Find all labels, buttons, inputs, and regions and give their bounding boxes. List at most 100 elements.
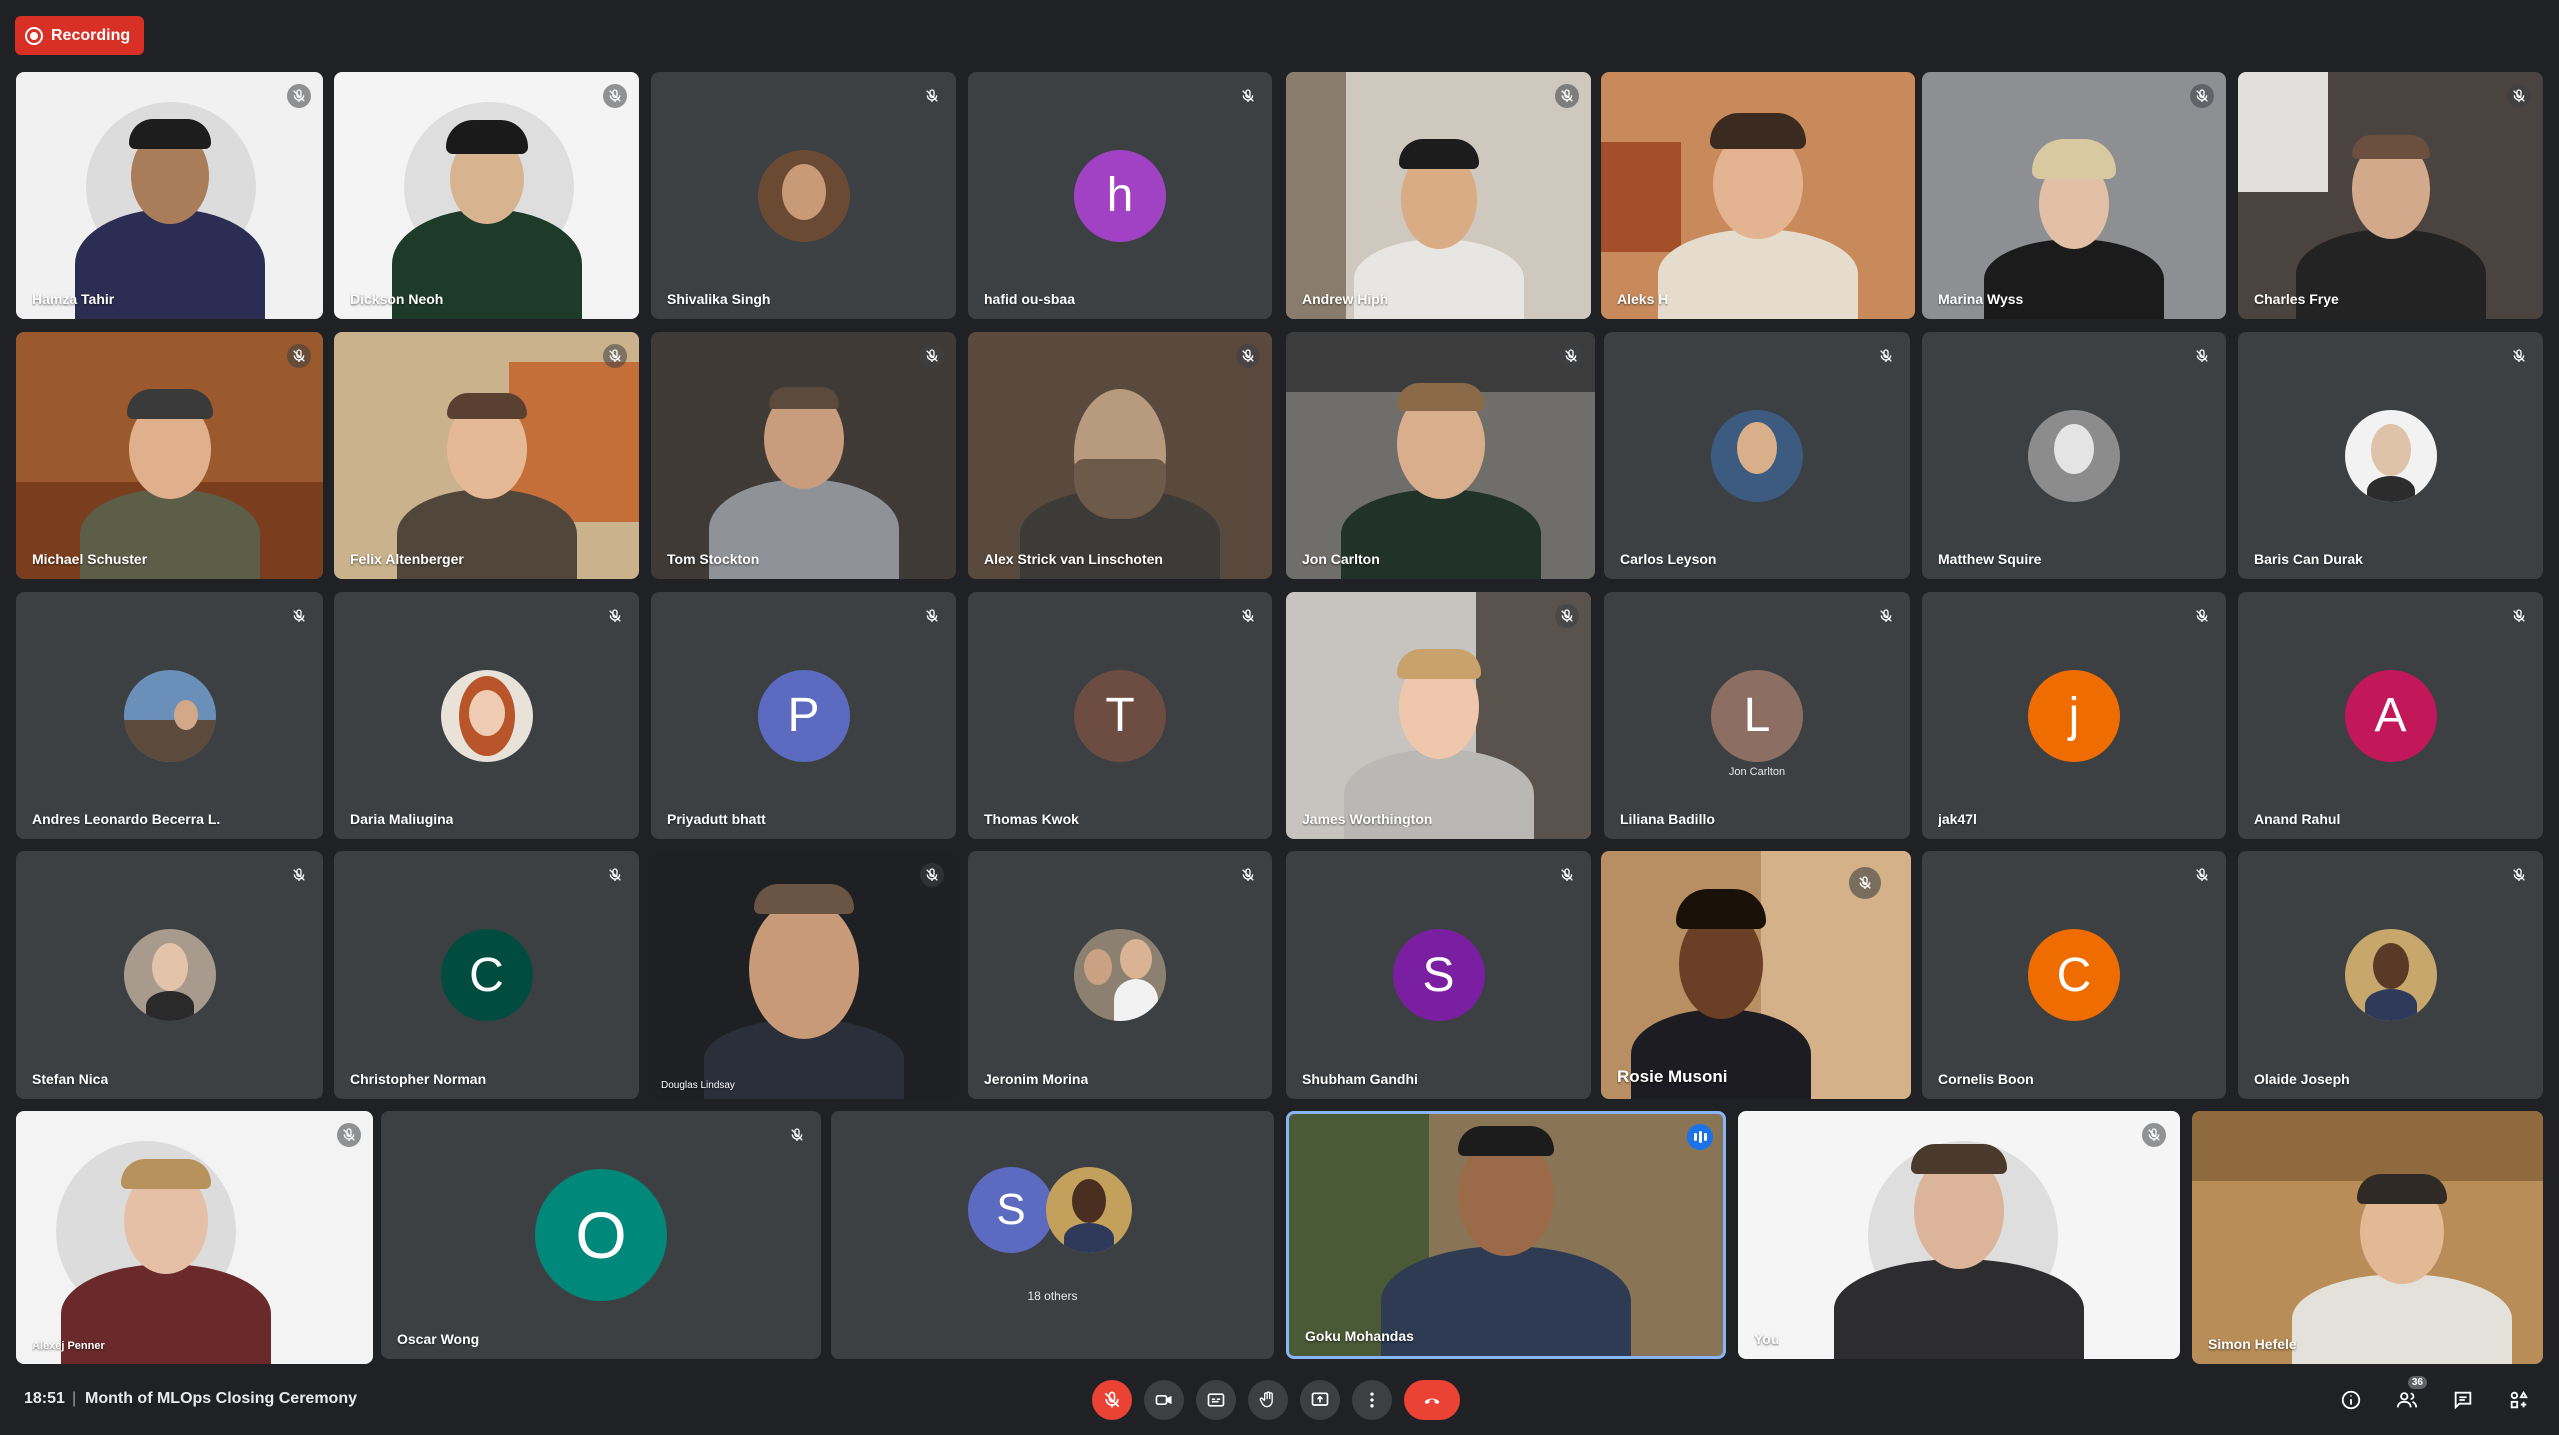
participant-tile-olaide[interactable]: Olaide Joseph [2238, 851, 2543, 1099]
mic-off-icon [2507, 344, 2531, 368]
hand-icon [1259, 1391, 1273, 1408]
avatar [1711, 409, 1803, 502]
participant-tile-jon[interactable]: Jon Carlton [1286, 332, 1595, 579]
mic-off-icon [1555, 604, 1579, 628]
participant-sublabel: Jon Carlton [1728, 766, 1786, 778]
participant-tile-dickson[interactable]: Dickson Neoh [334, 72, 639, 319]
camera-toggle-button[interactable] [1144, 1380, 1184, 1420]
recording-indicator[interactable]: Recording [15, 16, 145, 55]
participant-name: Anand Rahul [2254, 811, 2341, 827]
meeting-title: Month of MLOps Closing Ceremony [85, 1390, 357, 1407]
avatar [1074, 929, 1166, 1021]
participant-name: Christopher Norman [350, 1071, 487, 1087]
participant-tile-anand[interactable]: A Anand Rahul [2238, 592, 2543, 839]
participant-tile-baris[interactable]: Baris Can Durak [2238, 332, 2543, 579]
participant-tile-others[interactable]: S 18 others [831, 1111, 1274, 1359]
participant-tile-jak[interactable]: j jak47l [1922, 592, 2226, 839]
avatar: S [1392, 929, 1485, 1021]
mic-off-icon [287, 84, 311, 108]
participant-tile-james[interactable]: James Worthington [1286, 592, 1591, 839]
avatar: O [535, 1169, 667, 1301]
raise-hand-button[interactable] [1248, 1380, 1288, 1420]
participant-tile-felix[interactable]: Felix Altenberger [334, 332, 639, 579]
call-controls [1092, 1380, 1460, 1420]
participant-tile-aleks[interactable]: Aleks H [1601, 72, 1915, 319]
participant-tile-marina[interactable]: Marina Wyss [1922, 72, 2226, 319]
leave-call-button[interactable] [1404, 1380, 1460, 1420]
participant-name: You [1754, 1331, 1780, 1347]
people-button[interactable]: 36 [2391, 1376, 2427, 1416]
mic-off-icon [2507, 84, 2531, 108]
activities-icon [2510, 1390, 2528, 1409]
avatar: C [2028, 929, 2120, 1021]
participant-tile-hafid[interactable]: h hafid ou-sbaa [968, 72, 1272, 319]
participant-name: Daria Maliugina [350, 811, 454, 827]
participant-tile-rosie[interactable]: Rosie Musoni [1601, 851, 1911, 1099]
activities-button[interactable] [2503, 1384, 2535, 1416]
mic-off-icon [1236, 604, 1260, 628]
participant-tile-thomas[interactable]: T Thomas Kwok [968, 592, 1272, 839]
participant-count-badge: 36 [2407, 1376, 2427, 1389]
mic-off-icon [287, 604, 311, 628]
participant-tile-you[interactable]: You [1738, 1111, 2180, 1359]
participant-tile-goku[interactable]: Goku Mohandas [1286, 1111, 1726, 1359]
participant-name: Alex Strick van Linschoten [984, 551, 1163, 567]
participant-name: Tom Stockton [667, 551, 760, 567]
avatar: L [1711, 669, 1803, 762]
participant-name: Priyadutt bhatt [667, 811, 766, 827]
mic-toggle-button[interactable] [1092, 1380, 1132, 1420]
participant-name: hafid ou-sbaa [984, 291, 1076, 307]
participant-name: Thomas Kwok [984, 811, 1079, 827]
participant-tile-charles[interactable]: Charles Frye [2238, 72, 2543, 319]
avatar [123, 929, 216, 1021]
participant-tile-andres[interactable]: Andres Leonardo Becerra L. [16, 592, 323, 839]
participant-tile-douglas[interactable]: Douglas Lindsay [651, 851, 956, 1099]
avatar: A [2344, 669, 2437, 762]
avatar [1046, 1167, 1132, 1253]
mic-off-icon [337, 1123, 361, 1147]
participant-tile-michael[interactable]: Michael Schuster [16, 332, 323, 579]
participant-name: Rosie Musoni [1617, 1067, 1728, 1086]
participant-tile-stefan[interactable]: Stefan Nica [16, 851, 323, 1099]
participant-name: Carlos Leyson [1620, 551, 1717, 567]
captions-button[interactable] [1196, 1380, 1236, 1420]
meet-window: Recording Hamza Tahir Dickson Neoh Shiva… [0, 0, 2559, 1435]
participant-tile-christopher[interactable]: C Christopher Norman [334, 851, 639, 1099]
avatar [2028, 409, 2120, 502]
participant-tile-matthew[interactable]: Matthew Squire [1922, 332, 2226, 579]
participant-tile-hamza[interactable]: Hamza Tahir [16, 72, 323, 319]
participant-tile-shubham[interactable]: S Shubham Gandhi [1286, 851, 1591, 1099]
participant-tile-daria[interactable]: Daria Maliugina [334, 592, 639, 839]
record-icon [25, 26, 43, 45]
participant-tile-andrew[interactable]: Andrew Hiph [1286, 72, 1591, 319]
mic-off-icon [603, 344, 627, 368]
participant-tile-cornelis[interactable]: C Cornelis Boon [1922, 851, 2226, 1099]
mic-off-icon [1555, 84, 1579, 108]
participant-name: Simon Hefele [2208, 1336, 2297, 1352]
participant-tile-alexej[interactable]: Alexej Penner [16, 1111, 373, 1364]
participant-tile-simon[interactable]: Simon Hefele [2192, 1111, 2543, 1364]
avatar: j [2028, 669, 2120, 762]
info-icon [2341, 1390, 2361, 1410]
participant-tile-tom[interactable]: Tom Stockton [651, 332, 956, 579]
meeting-details-button[interactable] [2335, 1384, 2367, 1416]
participant-tile-priyadutt[interactable]: P Priyadutt bhatt [651, 592, 956, 839]
mic-off-icon [2190, 604, 2214, 628]
mic-off-icon [1104, 1391, 1120, 1408]
captions-icon [1207, 1393, 1225, 1407]
participant-name: Oscar Wong [397, 1331, 480, 1347]
avatar [2344, 929, 2437, 1021]
participant-tile-shivalika[interactable]: Shivalika Singh [651, 72, 956, 319]
avatar: h [1074, 149, 1166, 242]
more-options-button[interactable] [1352, 1380, 1392, 1420]
chat-button[interactable] [2447, 1384, 2479, 1416]
participant-name: Douglas Lindsay [661, 1080, 735, 1091]
participant-tile-oscar[interactable]: O Oscar Wong [381, 1111, 821, 1359]
present-button[interactable] [1300, 1380, 1340, 1420]
participant-tile-jeronim[interactable]: Jeronim Morina [968, 851, 1272, 1099]
participant-tile-alex-strick[interactable]: Alex Strick van Linschoten [968, 332, 1272, 579]
participant-tile-liliana[interactable]: L Jon Carlton Liliana Badillo [1604, 592, 1910, 839]
participant-name: Goku Mohandas [1305, 1328, 1414, 1344]
mic-off-icon [287, 863, 311, 887]
participant-tile-carlos[interactable]: Carlos Leyson [1604, 332, 1910, 579]
